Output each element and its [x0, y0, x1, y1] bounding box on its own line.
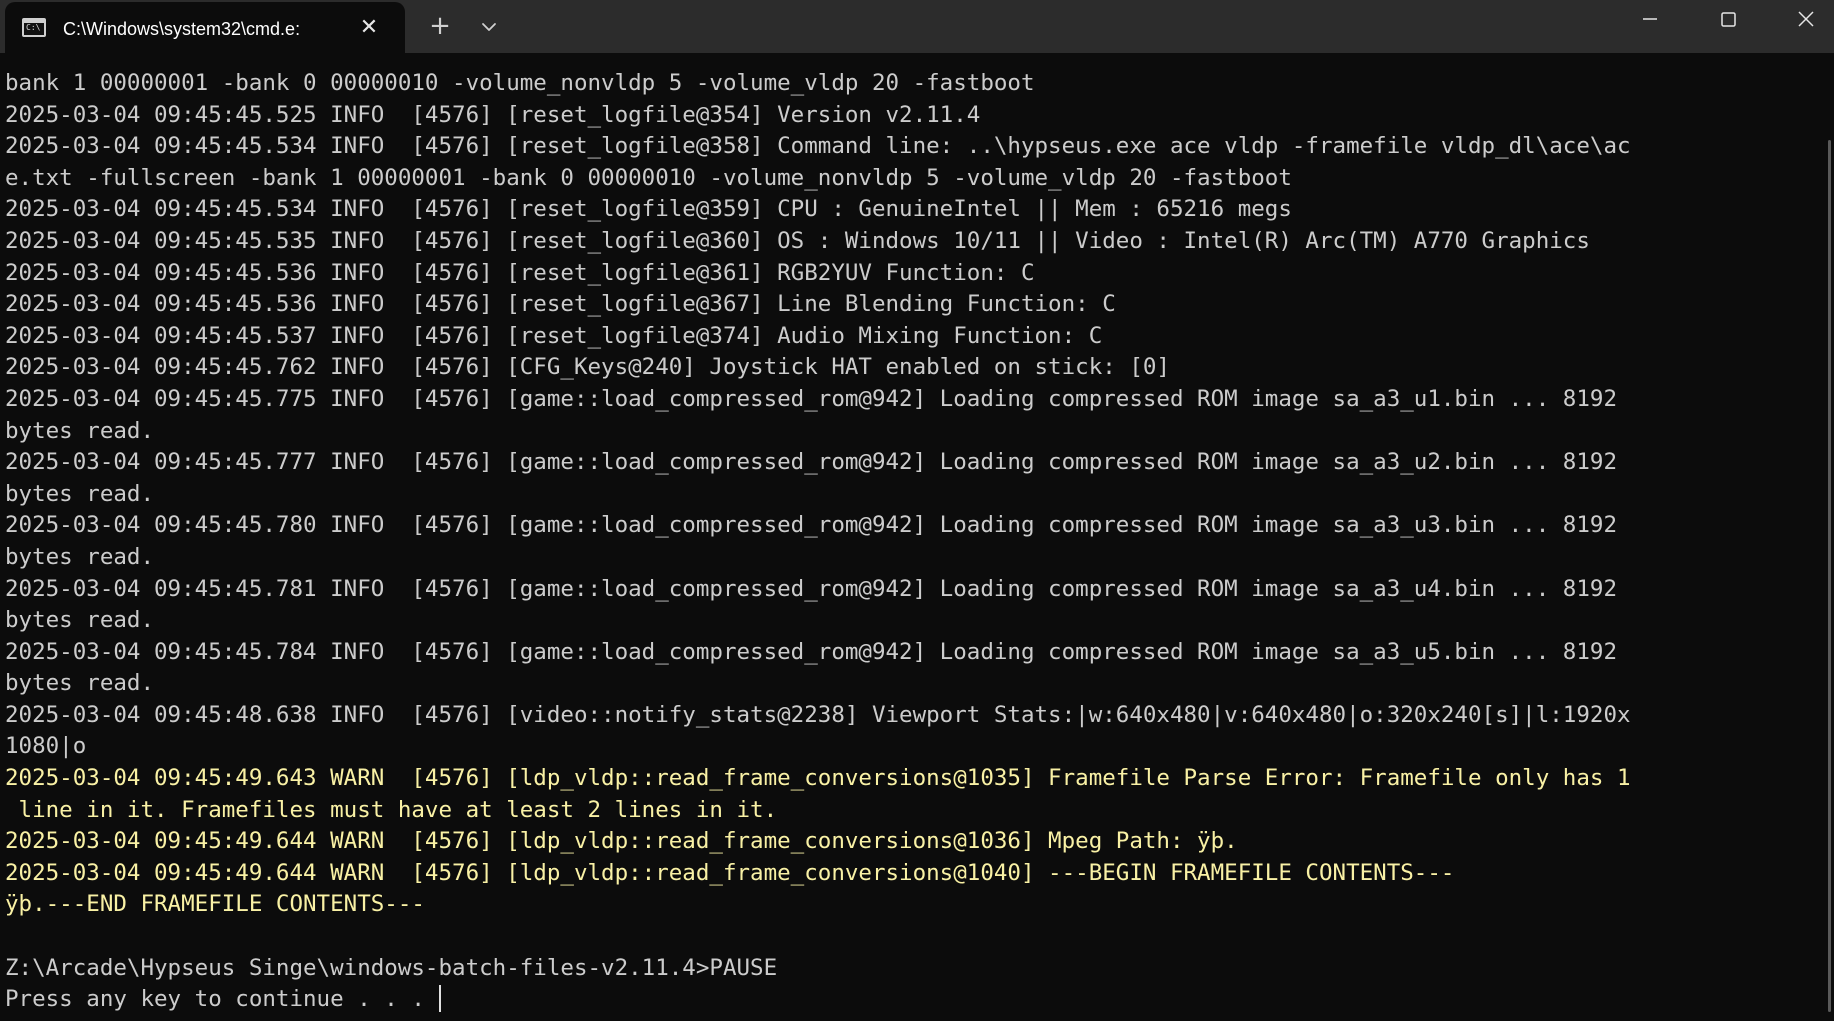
console-line: bytes read.: [5, 605, 1825, 637]
console-line-text: 2025-03-04 09:45:45.535 INFO [4576] [res…: [5, 227, 1590, 254]
console-line-text: 2025-03-04 09:45:45.525 INFO [4576] [res…: [5, 101, 981, 128]
console-line: 2025-03-04 09:45:45.536 INFO [4576] [res…: [5, 258, 1825, 290]
console-line: line in it. Framefiles must have at leas…: [5, 795, 1825, 827]
console-line-text: 2025-03-04 09:45:45.780 INFO [4576] [gam…: [5, 512, 1617, 539]
console-line-text: bytes read.: [5, 543, 155, 570]
console-line: 2025-03-04 09:45:49.644 WARN [4576] [ldp…: [5, 826, 1825, 858]
console-line: 2025-03-04 09:45:48.638 INFO [4576] [vid…: [5, 700, 1825, 732]
console-line: 2025-03-04 09:45:45.525 INFO [4576] [res…: [5, 100, 1825, 132]
console-line: 1080|o: [5, 731, 1825, 763]
console-line: bytes read.: [5, 416, 1825, 448]
console-line: 2025-03-04 09:45:45.534 INFO [4576] [res…: [5, 131, 1825, 163]
cmd-icon: C:\: [22, 18, 46, 37]
console-line-text: e.txt -fullscreen -bank 1 00000001 -bank…: [5, 164, 1292, 191]
console-line: bytes read.: [5, 668, 1825, 700]
cmd-icon-label: C:\: [26, 23, 41, 32]
vertical-scrollbar[interactable]: [1828, 140, 1831, 1012]
console-line-text: 2025-03-04 09:45:45.781 INFO [4576] [gam…: [5, 575, 1617, 602]
console-line: bytes read.: [5, 542, 1825, 574]
console-line-text: 2025-03-04 09:45:45.534 INFO [4576] [res…: [5, 196, 1292, 223]
maximize-icon: [1721, 12, 1736, 27]
console-line-text: 1080|o: [5, 733, 87, 760]
tab-cmd[interactable]: C:\ C:\Windows\system32\cmd.e: ✕: [5, 2, 405, 53]
tab-title: C:\Windows\system32\cmd.e:: [63, 19, 301, 39]
close-window-button[interactable]: [1768, 0, 1834, 44]
new-tab-button[interactable]: +: [425, 10, 455, 42]
close-icon: [1798, 11, 1814, 27]
console-line-text: 2025-03-04 09:45:45.775 INFO [4576] [gam…: [5, 385, 1617, 412]
console-line-text: 2025-03-04 09:45:45.534 INFO [4576] [res…: [5, 133, 1631, 160]
minimize-button[interactable]: [1612, 0, 1688, 44]
console-line: 2025-03-04 09:45:45.536 INFO [4576] [res…: [5, 289, 1825, 321]
console-line-text: 2025-03-04 09:45:49.644 WARN [4576] [ldp…: [5, 859, 1455, 886]
minimize-icon: [1643, 18, 1657, 20]
console-line: e.txt -fullscreen -bank 1 00000001 -bank…: [5, 163, 1825, 195]
console-prompt-line: Press any key to continue . . .: [5, 984, 1825, 1013]
console-line-text: 2025-03-04 09:45:45.537 INFO [4576] [res…: [5, 322, 1103, 349]
console-line-text: line in it. Framefiles must have at leas…: [5, 796, 778, 823]
chevron-down-icon[interactable]: [474, 12, 504, 42]
console-line: 2025-03-04 09:45:45.775 INFO [4576] [gam…: [5, 384, 1825, 416]
console-line: 2025-03-04 09:45:45.537 INFO [4576] [res…: [5, 321, 1825, 353]
console-line: 2025-03-04 09:45:49.643 WARN [4576] [ldp…: [5, 763, 1825, 795]
maximize-button[interactable]: [1690, 0, 1766, 44]
console-line-text: bank 1 00000001 -bank 0 00000010 -volume…: [5, 70, 1035, 96]
console-line: Z:\Arcade\Hypseus Singe\windows-batch-fi…: [5, 953, 1825, 985]
console-line: bytes read.: [5, 479, 1825, 511]
console-line: 2025-03-04 09:45:45.784 INFO [4576] [gam…: [5, 637, 1825, 669]
console-line: 2025-03-04 09:45:45.762 INFO [4576] [CFG…: [5, 352, 1825, 384]
console-line-text: 2025-03-04 09:45:49.643 WARN [4576] [ldp…: [5, 765, 1631, 792]
console-line-text: Press any key to continue . . .: [5, 986, 439, 1013]
console-line-text: 2025-03-04 09:45:45.536 INFO [4576] [res…: [5, 291, 1116, 318]
console-line: 2025-03-04 09:45:45.534 INFO [4576] [res…: [5, 194, 1825, 226]
console-line-text: 2025-03-04 09:45:45.536 INFO [4576] [res…: [5, 259, 1035, 286]
text-cursor: [439, 985, 442, 1013]
console-line-text: bytes read.: [5, 670, 155, 697]
terminal-window: C:\ C:\Windows\system32\cmd.e: ✕ + bank …: [0, 0, 1834, 1021]
title-bar[interactable]: C:\ C:\Windows\system32\cmd.e: ✕ +: [0, 0, 1834, 53]
console-line: 2025-03-04 09:45:45.780 INFO [4576] [gam…: [5, 510, 1825, 542]
console-line-text: bytes read.: [5, 480, 155, 507]
console-line-text: 2025-03-04 09:45:49.644 WARN [4576] [ldp…: [5, 828, 1238, 855]
console-line: bank 1 00000001 -bank 0 00000010 -volume…: [5, 68, 1825, 100]
console-line: 2025-03-04 09:45:45.777 INFO [4576] [gam…: [5, 447, 1825, 479]
console-line-text: bytes read.: [5, 417, 155, 444]
console-line: 2025-03-04 09:45:45.535 INFO [4576] [res…: [5, 226, 1825, 258]
console-line-text: 2025-03-04 09:45:45.784 INFO [4576] [gam…: [5, 638, 1617, 665]
console-output[interactable]: bank 1 00000001 -bank 0 00000010 -volume…: [5, 68, 1825, 1013]
console-line-text: 2025-03-04 09:45:48.638 INFO [4576] [vid…: [5, 701, 1631, 728]
console-line: 2025-03-04 09:45:45.781 INFO [4576] [gam…: [5, 574, 1825, 606]
console-line: ÿþ.---END FRAMEFILE CONTENTS---: [5, 889, 1825, 921]
console-line-text: 2025-03-04 09:45:45.762 INFO [4576] [CFG…: [5, 354, 1170, 381]
console-line-text: Z:\Arcade\Hypseus Singe\windows-batch-fi…: [5, 954, 778, 981]
close-tab-icon[interactable]: ✕: [355, 14, 383, 42]
console-line: 2025-03-04 09:45:49.644 WARN [4576] [ldp…: [5, 858, 1825, 890]
console-line-text: bytes read.: [5, 607, 155, 634]
console-line-text: ÿþ.---END FRAMEFILE CONTENTS---: [5, 891, 425, 918]
console-line-text: 2025-03-04 09:45:45.777 INFO [4576] [gam…: [5, 449, 1617, 476]
